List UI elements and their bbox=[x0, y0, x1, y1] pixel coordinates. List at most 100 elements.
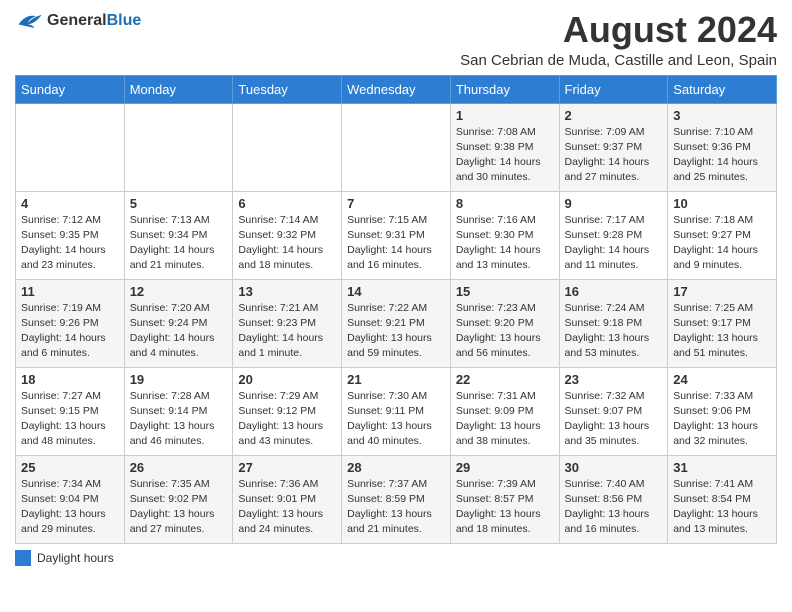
day-number: 23 bbox=[565, 372, 663, 387]
calendar-day-cell: 26Sunrise: 7:35 AM Sunset: 9:02 PM Dayli… bbox=[124, 455, 233, 543]
calendar-day-cell: 25 Sunrise: 7:34 AM Sunset: 9:04 PM Dayli… bbox=[16, 455, 125, 543]
day-info: Sunrise: 7:27 AM Sunset: 9:15 PM Dayligh… bbox=[21, 389, 119, 450]
day-of-week-header: Saturday bbox=[668, 75, 777, 103]
day-number: 19 bbox=[130, 372, 228, 387]
calendar-day-cell: 15 Sunrise: 7:23 AM Sunset: 9:20 PM Dayli… bbox=[450, 279, 559, 367]
day-number: 14 bbox=[347, 284, 445, 299]
day-number: 11 bbox=[21, 284, 119, 299]
calendar-day-cell bbox=[16, 103, 125, 191]
calendar-day-cell: 23 Sunrise: 7:32 AM Sunset: 9:07 PM Dayli… bbox=[559, 367, 668, 455]
calendar-day-cell: 13 Sunrise: 7:21 AM Sunset: 9:23 PM Dayli… bbox=[233, 279, 342, 367]
day-number: 5 bbox=[130, 196, 228, 211]
day-number: 30 bbox=[565, 460, 663, 475]
header: GeneralBlue August 2024 San Cebrian de M… bbox=[15, 10, 777, 69]
day-number: 29 bbox=[456, 460, 554, 475]
title-area: August 2024 San Cebrian de Muda, Castill… bbox=[460, 10, 777, 69]
day-info: Sunrise: 7:08 AM Sunset: 9:38 PM Dayligh… bbox=[456, 125, 554, 186]
day-info: Sunrise: 7:20 AM Sunset: 9:24 PM Dayligh… bbox=[130, 301, 228, 362]
day-info: Sunrise: 7:24 AM Sunset: 9:18 PM Dayligh… bbox=[565, 301, 663, 362]
calendar-day-cell: 22Sunrise: 7:31 AM Sunset: 9:09 PM Dayli… bbox=[450, 367, 559, 455]
calendar-day-cell: 11Sunrise: 7:19 AM Sunset: 9:26 PM Dayli… bbox=[16, 279, 125, 367]
day-info: Sunrise: 7:28 AM Sunset: 9:14 PM Dayligh… bbox=[130, 389, 228, 450]
day-of-week-header: Monday bbox=[124, 75, 233, 103]
day-number: 27 bbox=[238, 460, 336, 475]
day-of-week-header: Sunday bbox=[16, 75, 125, 103]
day-info: Sunrise: 7:17 AM Sunset: 9:28 PM Dayligh… bbox=[565, 213, 663, 274]
calendar-day-cell: 19 Sunrise: 7:28 AM Sunset: 9:14 PM Dayli… bbox=[124, 367, 233, 455]
day-info: Sunrise: 7:23 AM Sunset: 9:20 PM Dayligh… bbox=[456, 301, 554, 362]
calendar-week-row: 4 Sunrise: 7:12 AM Sunset: 9:35 PM Daylig… bbox=[16, 191, 777, 279]
day-number: 18 bbox=[21, 372, 119, 387]
day-number: 15 bbox=[456, 284, 554, 299]
calendar-day-cell: 17 Sunrise: 7:25 AM Sunset: 9:17 PM Dayli… bbox=[668, 279, 777, 367]
day-number: 25 bbox=[21, 460, 119, 475]
calendar-day-cell: 27 Sunrise: 7:36 AM Sunset: 9:01 PM Dayli… bbox=[233, 455, 342, 543]
day-number: 21 bbox=[347, 372, 445, 387]
day-info: Sunrise: 7:13 AM Sunset: 9:34 PM Dayligh… bbox=[130, 213, 228, 274]
calendar-day-cell: 5 Sunrise: 7:13 AM Sunset: 9:34 PM Daylig… bbox=[124, 191, 233, 279]
calendar-week-row: 1 Sunrise: 7:08 AM Sunset: 9:38 PM Daylig… bbox=[16, 103, 777, 191]
calendar-day-cell: 8 Sunrise: 7:16 AM Sunset: 9:30 PM Daylig… bbox=[450, 191, 559, 279]
day-number: 26 bbox=[130, 460, 228, 475]
calendar-day-cell: 12 Sunrise: 7:20 AM Sunset: 9:24 PM Dayli… bbox=[124, 279, 233, 367]
logo-general: General bbox=[47, 12, 107, 29]
calendar-day-cell: 2Sunrise: 7:09 AM Sunset: 9:37 PM Daylig… bbox=[559, 103, 668, 191]
legend: Daylight hours bbox=[15, 550, 777, 566]
day-info: Sunrise: 7:10 AM Sunset: 9:36 PM Dayligh… bbox=[673, 125, 771, 186]
calendar-day-cell: 30 Sunrise: 7:40 AM Sunset: 8:56 PM Dayli… bbox=[559, 455, 668, 543]
day-number: 12 bbox=[130, 284, 228, 299]
legend-color-box bbox=[15, 550, 31, 566]
day-number: 31 bbox=[673, 460, 771, 475]
calendar-day-cell bbox=[124, 103, 233, 191]
day-info: Sunrise: 7:34 AM Sunset: 9:04 PM Dayligh… bbox=[21, 477, 119, 538]
day-number: 6 bbox=[238, 196, 336, 211]
calendar-day-cell: 24 Sunrise: 7:33 AM Sunset: 9:06 PM Dayli… bbox=[668, 367, 777, 455]
day-info: Sunrise: 7:31 AM Sunset: 9:09 PM Dayligh… bbox=[456, 389, 554, 450]
day-info: Sunrise: 7:32 AM Sunset: 9:07 PM Dayligh… bbox=[565, 389, 663, 450]
day-info: Sunrise: 7:41 AM Sunset: 8:54 PM Dayligh… bbox=[673, 477, 771, 538]
day-number: 8 bbox=[456, 196, 554, 211]
day-info: Sunrise: 7:36 AM Sunset: 9:01 PM Dayligh… bbox=[238, 477, 336, 538]
calendar-day-cell bbox=[233, 103, 342, 191]
day-of-week-header: Tuesday bbox=[233, 75, 342, 103]
day-info: Sunrise: 7:16 AM Sunset: 9:30 PM Dayligh… bbox=[456, 213, 554, 274]
day-of-week-header: Friday bbox=[559, 75, 668, 103]
day-number: 24 bbox=[673, 372, 771, 387]
day-info: Sunrise: 7:22 AM Sunset: 9:21 PM Dayligh… bbox=[347, 301, 445, 362]
logo-icon bbox=[15, 10, 43, 32]
calendar-header-row: SundayMondayTuesdayWednesdayThursdayFrid… bbox=[16, 75, 777, 103]
calendar-day-cell: 1 Sunrise: 7:08 AM Sunset: 9:38 PM Daylig… bbox=[450, 103, 559, 191]
day-info: Sunrise: 7:40 AM Sunset: 8:56 PM Dayligh… bbox=[565, 477, 663, 538]
calendar-day-cell: 4 Sunrise: 7:12 AM Sunset: 9:35 PM Daylig… bbox=[16, 191, 125, 279]
day-info: Sunrise: 7:12 AM Sunset: 9:35 PM Dayligh… bbox=[21, 213, 119, 274]
day-number: 13 bbox=[238, 284, 336, 299]
calendar-week-row: 18 Sunrise: 7:27 AM Sunset: 9:15 PM Dayli… bbox=[16, 367, 777, 455]
day-number: 1 bbox=[456, 108, 554, 123]
calendar-day-cell: 7Sunrise: 7:15 AM Sunset: 9:31 PM Daylig… bbox=[342, 191, 451, 279]
day-info: Sunrise: 7:25 AM Sunset: 9:17 PM Dayligh… bbox=[673, 301, 771, 362]
day-info: Sunrise: 7:15 AM Sunset: 9:31 PM Dayligh… bbox=[347, 213, 445, 274]
calendar-day-cell: 28Sunrise: 7:37 AM Sunset: 8:59 PM Dayli… bbox=[342, 455, 451, 543]
day-number: 10 bbox=[673, 196, 771, 211]
day-number: 17 bbox=[673, 284, 771, 299]
day-info: Sunrise: 7:29 AM Sunset: 9:12 PM Dayligh… bbox=[238, 389, 336, 450]
day-of-week-header: Thursday bbox=[450, 75, 559, 103]
calendar-day-cell: 20Sunrise: 7:29 AM Sunset: 9:12 PM Dayli… bbox=[233, 367, 342, 455]
calendar-table: SundayMondayTuesdayWednesdayThursdayFrid… bbox=[15, 75, 777, 544]
calendar-day-cell: 16Sunrise: 7:24 AM Sunset: 9:18 PM Dayli… bbox=[559, 279, 668, 367]
day-info: Sunrise: 7:30 AM Sunset: 9:11 PM Dayligh… bbox=[347, 389, 445, 450]
calendar-day-cell: 6Sunrise: 7:14 AM Sunset: 9:32 PM Daylig… bbox=[233, 191, 342, 279]
calendar-day-cell: 21 Sunrise: 7:30 AM Sunset: 9:11 PM Dayli… bbox=[342, 367, 451, 455]
legend-label: Daylight hours bbox=[37, 551, 114, 565]
day-number: 3 bbox=[673, 108, 771, 123]
day-info: Sunrise: 7:21 AM Sunset: 9:23 PM Dayligh… bbox=[238, 301, 336, 362]
calendar-day-cell: 10Sunrise: 7:18 AM Sunset: 9:27 PM Dayli… bbox=[668, 191, 777, 279]
calendar-week-row: 25 Sunrise: 7:34 AM Sunset: 9:04 PM Dayli… bbox=[16, 455, 777, 543]
day-info: Sunrise: 7:33 AM Sunset: 9:06 PM Dayligh… bbox=[673, 389, 771, 450]
day-number: 28 bbox=[347, 460, 445, 475]
day-number: 2 bbox=[565, 108, 663, 123]
day-number: 4 bbox=[21, 196, 119, 211]
calendar-day-cell: 3 Sunrise: 7:10 AM Sunset: 9:36 PM Daylig… bbox=[668, 103, 777, 191]
month-year-title: August 2024 bbox=[460, 10, 777, 50]
calendar-day-cell: 18 Sunrise: 7:27 AM Sunset: 9:15 PM Dayli… bbox=[16, 367, 125, 455]
